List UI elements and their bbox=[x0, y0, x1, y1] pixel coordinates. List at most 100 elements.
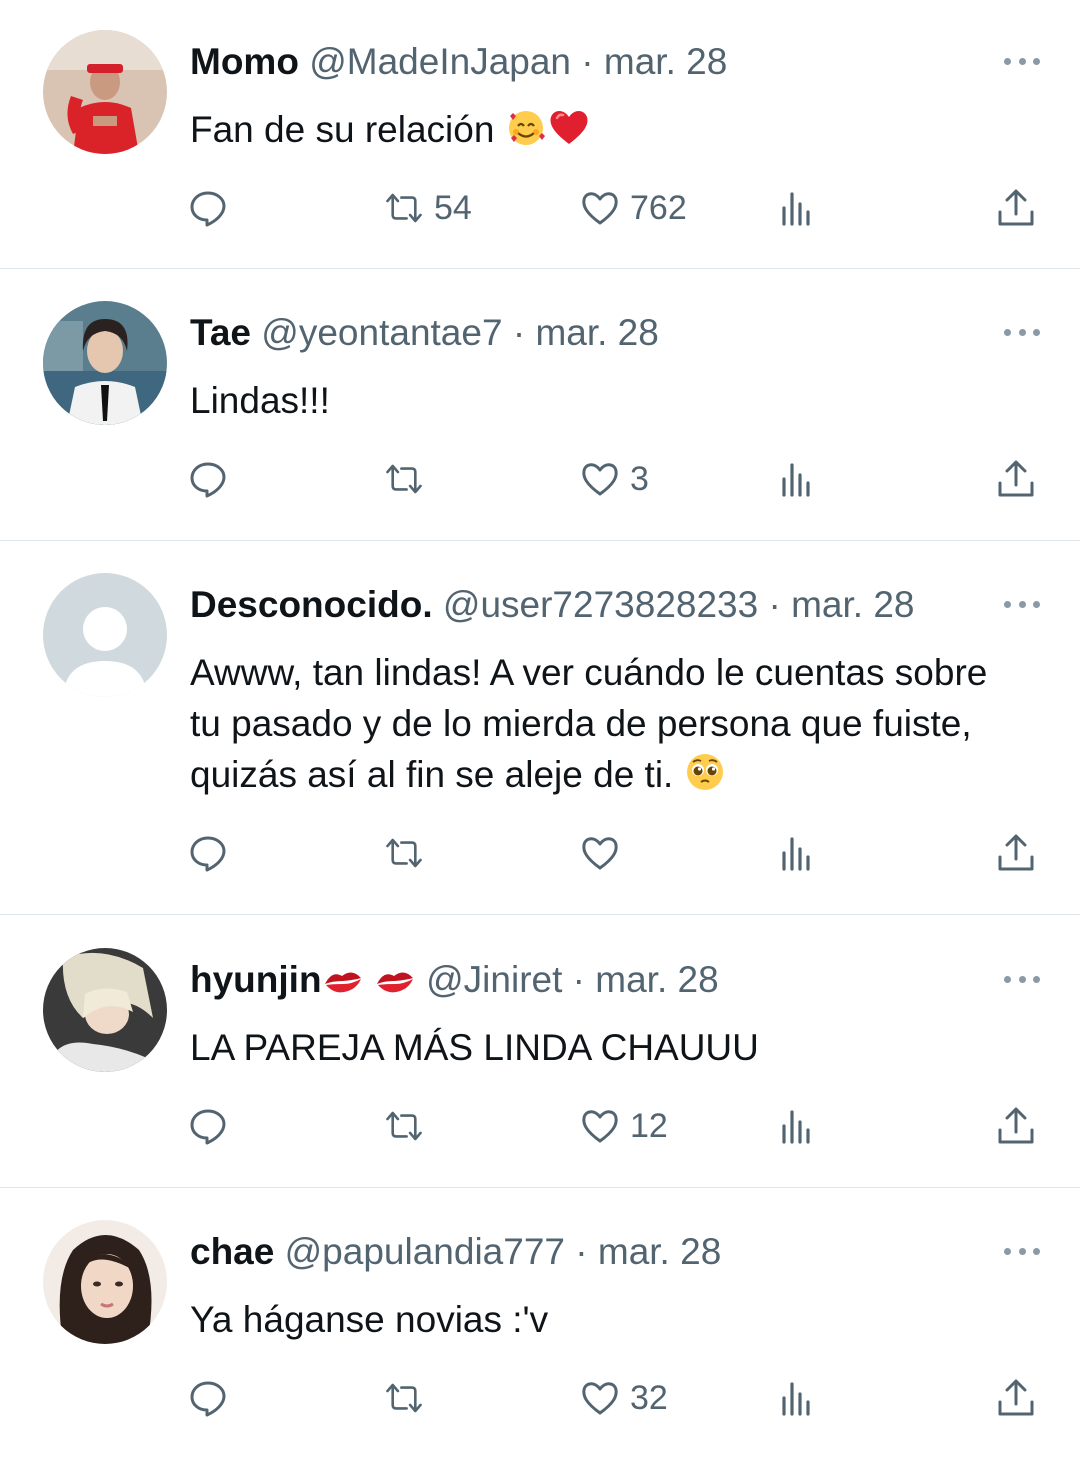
tweet-text-line: quizás así al fin se aleje de ti. bbox=[190, 754, 674, 795]
reply-button[interactable] bbox=[188, 457, 238, 501]
tweet[interactable]: Desconocido. @user7273828233 · mar. 28 A… bbox=[0, 541, 1080, 915]
like-count: 762 bbox=[630, 188, 687, 227]
timestamp[interactable]: mar. 28 bbox=[535, 312, 658, 353]
views-button[interactable] bbox=[778, 186, 818, 230]
more-icon[interactable] bbox=[1004, 1246, 1040, 1256]
reply-button[interactable] bbox=[188, 1376, 238, 1420]
share-icon bbox=[996, 833, 1036, 873]
separator: · bbox=[575, 1231, 588, 1272]
handle[interactable]: @Jiniret bbox=[426, 959, 562, 1000]
share-button[interactable] bbox=[996, 186, 1036, 230]
like-button[interactable]: 12 bbox=[580, 1104, 668, 1148]
tweet[interactable]: chae @papulandia777 · mar. 28 Ya háganse… bbox=[0, 1188, 1080, 1458]
share-button[interactable] bbox=[996, 831, 1036, 875]
handle[interactable]: @user7273828233 bbox=[443, 584, 758, 625]
display-name[interactable]: Momo bbox=[190, 41, 299, 82]
share-button[interactable] bbox=[996, 1376, 1036, 1420]
avatar[interactable] bbox=[43, 1220, 167, 1344]
timestamp[interactable]: mar. 28 bbox=[598, 1231, 721, 1272]
reply-button[interactable] bbox=[188, 831, 238, 875]
share-icon bbox=[996, 459, 1036, 499]
reply-button[interactable] bbox=[188, 186, 238, 230]
tweet-header: Momo @MadeInJapan · mar. 28 bbox=[190, 40, 980, 84]
more-icon[interactable] bbox=[1004, 599, 1040, 609]
tweet-header: Tae @yeontantae7 · mar. 28 bbox=[190, 311, 980, 355]
handle[interactable]: @MadeInJapan bbox=[309, 41, 571, 82]
reply-icon bbox=[188, 459, 228, 499]
views-button[interactable] bbox=[778, 1104, 818, 1148]
views-button[interactable] bbox=[778, 457, 818, 501]
timestamp[interactable]: mar. 28 bbox=[604, 41, 727, 82]
display-name[interactable]: chae bbox=[190, 1231, 274, 1272]
display-name[interactable]: hyunjin bbox=[190, 959, 322, 1000]
like-button[interactable]: 3 bbox=[580, 457, 649, 501]
red-heart-icon bbox=[547, 106, 591, 161]
tweet-text: Awww, tan lindas! A ver cuándo le cuenta… bbox=[190, 647, 1040, 806]
more-icon[interactable] bbox=[1004, 327, 1040, 337]
views-icon bbox=[778, 833, 818, 873]
avatar[interactable] bbox=[43, 30, 167, 154]
retweet-button[interactable] bbox=[384, 457, 434, 501]
tweet-text-line: Lindas!!! bbox=[190, 380, 330, 421]
more-icon[interactable] bbox=[1004, 56, 1040, 66]
share-icon bbox=[996, 1378, 1036, 1418]
default-avatar[interactable] bbox=[43, 573, 167, 697]
like-count: 3 bbox=[630, 459, 649, 498]
retweet-button[interactable] bbox=[384, 1376, 434, 1420]
tweet-actions: 12 bbox=[0, 1104, 1080, 1148]
display-name[interactable]: Desconocido. bbox=[190, 584, 433, 625]
timestamp[interactable]: mar. 28 bbox=[595, 959, 718, 1000]
separator: · bbox=[768, 584, 781, 625]
avatar[interactable] bbox=[43, 948, 167, 1072]
like-icon bbox=[580, 188, 620, 228]
tweet-text-line: Ya háganse novias :'v bbox=[190, 1299, 549, 1340]
retweet-button[interactable] bbox=[384, 831, 434, 875]
views-button[interactable] bbox=[778, 831, 818, 875]
tweet[interactable]: Momo @MadeInJapan · mar. 28 Fan de su re… bbox=[0, 0, 1080, 269]
like-icon bbox=[580, 833, 620, 873]
reply-button[interactable] bbox=[188, 1104, 238, 1148]
share-button[interactable] bbox=[996, 457, 1036, 501]
tweet-text-line: LA PAREJA MÁS LINDA CHAUUU bbox=[190, 1027, 759, 1068]
kiss-mark-icon bbox=[374, 964, 416, 1008]
retweet-icon bbox=[384, 459, 424, 499]
like-icon bbox=[580, 459, 620, 499]
views-icon bbox=[778, 1106, 818, 1146]
like-button[interactable]: 762 bbox=[580, 186, 687, 230]
more-icon[interactable] bbox=[1004, 974, 1040, 984]
views-button[interactable] bbox=[778, 1376, 818, 1420]
handle[interactable]: @yeontantae7 bbox=[261, 312, 502, 353]
retweet-button[interactable] bbox=[384, 1104, 434, 1148]
retweet-icon bbox=[384, 1378, 424, 1418]
share-icon bbox=[996, 188, 1036, 228]
share-button[interactable] bbox=[996, 1104, 1036, 1148]
timestamp[interactable]: mar. 28 bbox=[791, 584, 914, 625]
handle[interactable]: @papulandia777 bbox=[285, 1231, 565, 1272]
retweet-count: 54 bbox=[434, 188, 472, 227]
reply-icon bbox=[188, 833, 228, 873]
like-count: 32 bbox=[630, 1378, 668, 1417]
tweet-text-line: tu pasado y de lo mierda de persona que … bbox=[190, 703, 972, 744]
tweet[interactable]: Tae @yeontantae7 · mar. 28 Lindas!!! 3 bbox=[0, 269, 1080, 541]
share-icon bbox=[996, 1106, 1036, 1146]
pleading-face-icon bbox=[684, 751, 726, 806]
like-icon bbox=[580, 1106, 620, 1146]
tweet-text: Fan de su relación bbox=[190, 104, 1040, 161]
tweet-actions: 54 762 bbox=[0, 186, 1080, 230]
reply-icon bbox=[188, 1378, 228, 1418]
tweet[interactable]: hyunjin @Jiniret · mar. 28 LA PAREJA MÁS… bbox=[0, 915, 1080, 1188]
separator: · bbox=[572, 959, 585, 1000]
kiss-mark-icon bbox=[322, 964, 364, 1008]
views-icon bbox=[778, 459, 818, 499]
retweet-button[interactable]: 54 bbox=[384, 186, 472, 230]
tweet-text-line: Fan de su relación bbox=[190, 109, 495, 150]
like-button[interactable]: 32 bbox=[580, 1376, 668, 1420]
tweet-text: Lindas!!! bbox=[190, 375, 1040, 426]
tweet-actions: 3 bbox=[0, 457, 1080, 501]
avatar[interactable] bbox=[43, 301, 167, 425]
retweet-icon bbox=[384, 833, 424, 873]
tweet-actions: 32 bbox=[0, 1376, 1080, 1420]
tweet-actions bbox=[0, 831, 1080, 875]
like-button[interactable] bbox=[580, 831, 630, 875]
display-name[interactable]: Tae bbox=[190, 312, 251, 353]
